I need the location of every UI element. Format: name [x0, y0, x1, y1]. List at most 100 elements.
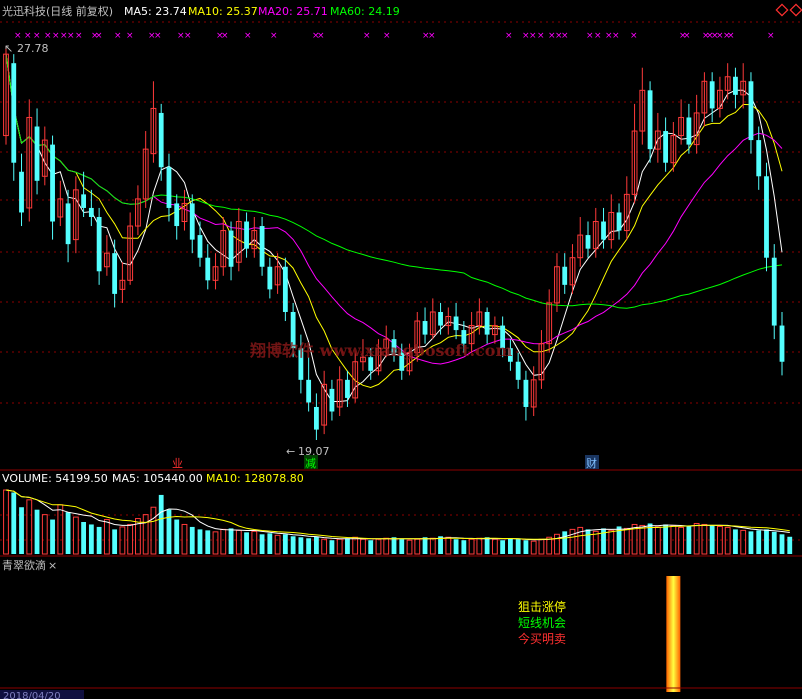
volume-bar	[476, 537, 483, 555]
indicator-signal	[666, 576, 681, 692]
footer-date-box: 2018/04/20	[0, 690, 84, 699]
candle	[112, 239, 118, 308]
candle-body	[81, 194, 87, 208]
candle	[65, 189, 71, 263]
volume-bar	[72, 516, 79, 555]
candle	[26, 99, 33, 222]
candle-body	[601, 221, 606, 240]
candle	[779, 311, 785, 376]
candle	[345, 370, 350, 407]
candle	[119, 262, 126, 303]
candle	[127, 212, 134, 285]
event-badge-cai[interactable]: 财	[585, 455, 599, 470]
volume-bar	[399, 539, 405, 554]
footer-date: 2018/04/20	[3, 691, 61, 699]
volume-bar	[189, 526, 195, 554]
volume-bar	[406, 539, 413, 555]
volume-bar	[336, 538, 343, 555]
price-low-arrow: ←	[286, 445, 295, 458]
signal-label-jinmai: 今买明卖	[518, 631, 566, 646]
volume-bar	[383, 537, 390, 555]
volume-header: VOLUME: 54199.50 MA5: 105440.00 MA10: 12…	[2, 472, 304, 485]
volume-bar	[461, 540, 467, 554]
ma10-label: MA10: 25.37	[188, 5, 258, 18]
candle	[453, 302, 459, 340]
volume-bar	[127, 523, 134, 555]
watermark: 翔博软件 www.xiangbosoft.com	[249, 341, 512, 360]
signal-label-zhaji: 狙击涨停	[518, 599, 566, 614]
candle	[631, 103, 638, 204]
candle	[205, 244, 211, 290]
volume-bar	[244, 532, 249, 554]
candle-body	[19, 171, 24, 213]
candle-body	[771, 257, 777, 326]
volume-bar	[554, 533, 560, 555]
candle	[523, 370, 529, 421]
volume-bar	[391, 537, 397, 554]
volume-bar	[562, 531, 568, 554]
candle	[282, 257, 288, 322]
diamond-icon[interactable]	[789, 3, 802, 17]
candle	[329, 379, 335, 421]
event-badge-ye[interactable]: 业	[172, 457, 183, 470]
candle-body	[205, 257, 211, 281]
price-header: 光迅科技(日线 前复权) MA5: 23.74 MA10: 25.37 MA20…	[2, 3, 802, 18]
volume-bar	[686, 526, 692, 554]
volume-bar	[538, 538, 545, 555]
event-badge-jian[interactable]: 减	[304, 455, 318, 470]
candle-body	[197, 235, 203, 258]
candle	[438, 302, 443, 335]
candle	[639, 67, 646, 145]
close-icon[interactable]: ×	[48, 559, 57, 572]
marker-cross: ×	[594, 31, 602, 41]
candle	[212, 253, 219, 290]
candle	[321, 370, 328, 435]
candle	[142, 131, 149, 208]
candle	[313, 393, 319, 440]
volume-bar	[34, 509, 40, 554]
candle	[429, 298, 436, 340]
marker-cross: ×	[52, 31, 60, 41]
candle	[174, 194, 180, 240]
candle-body	[189, 203, 195, 240]
candle-body	[11, 63, 17, 163]
event-badge-cai-text: 财	[586, 456, 597, 470]
volume-bar	[360, 538, 366, 555]
volume-bar	[57, 504, 64, 555]
candle-body	[228, 230, 234, 267]
volume-bar	[654, 526, 661, 555]
volume-bar	[724, 526, 731, 555]
volume-bar	[212, 531, 219, 555]
volume-bar	[329, 540, 335, 554]
volume-bar	[274, 534, 281, 555]
volume-bar	[205, 530, 211, 554]
candle	[96, 207, 102, 285]
candle	[11, 54, 17, 181]
volume-bar	[50, 519, 55, 554]
volume-bar	[740, 529, 747, 555]
marker-cross: ×	[586, 31, 594, 41]
marker-cross: ×	[529, 31, 537, 41]
indicator-signal-labels: 狙击涨停 短线机会 今买明卖	[518, 599, 566, 646]
volume-bar	[251, 530, 258, 555]
volume-bar	[181, 523, 188, 555]
volume-bar	[468, 538, 475, 555]
candle	[57, 180, 64, 227]
marker-cross: ×	[630, 31, 638, 41]
diamond-icon[interactable]	[775, 3, 789, 17]
marker-cross: ×	[428, 31, 436, 41]
candle	[3, 46, 9, 145]
candle	[166, 153, 172, 222]
volume-bar	[96, 526, 102, 554]
volume-bar	[569, 528, 576, 555]
indicator-header: 青翠欲滴 ×	[2, 558, 57, 572]
volume-ma5: MA5: 105440.00	[112, 472, 203, 485]
volume-bar	[608, 529, 615, 555]
volume-bar	[787, 536, 793, 554]
candle	[693, 94, 700, 154]
candle-body	[50, 144, 55, 222]
candle-body	[345, 379, 350, 398]
candle	[623, 176, 630, 240]
marker-cross: ×	[184, 31, 192, 41]
volume-bar	[507, 538, 513, 554]
